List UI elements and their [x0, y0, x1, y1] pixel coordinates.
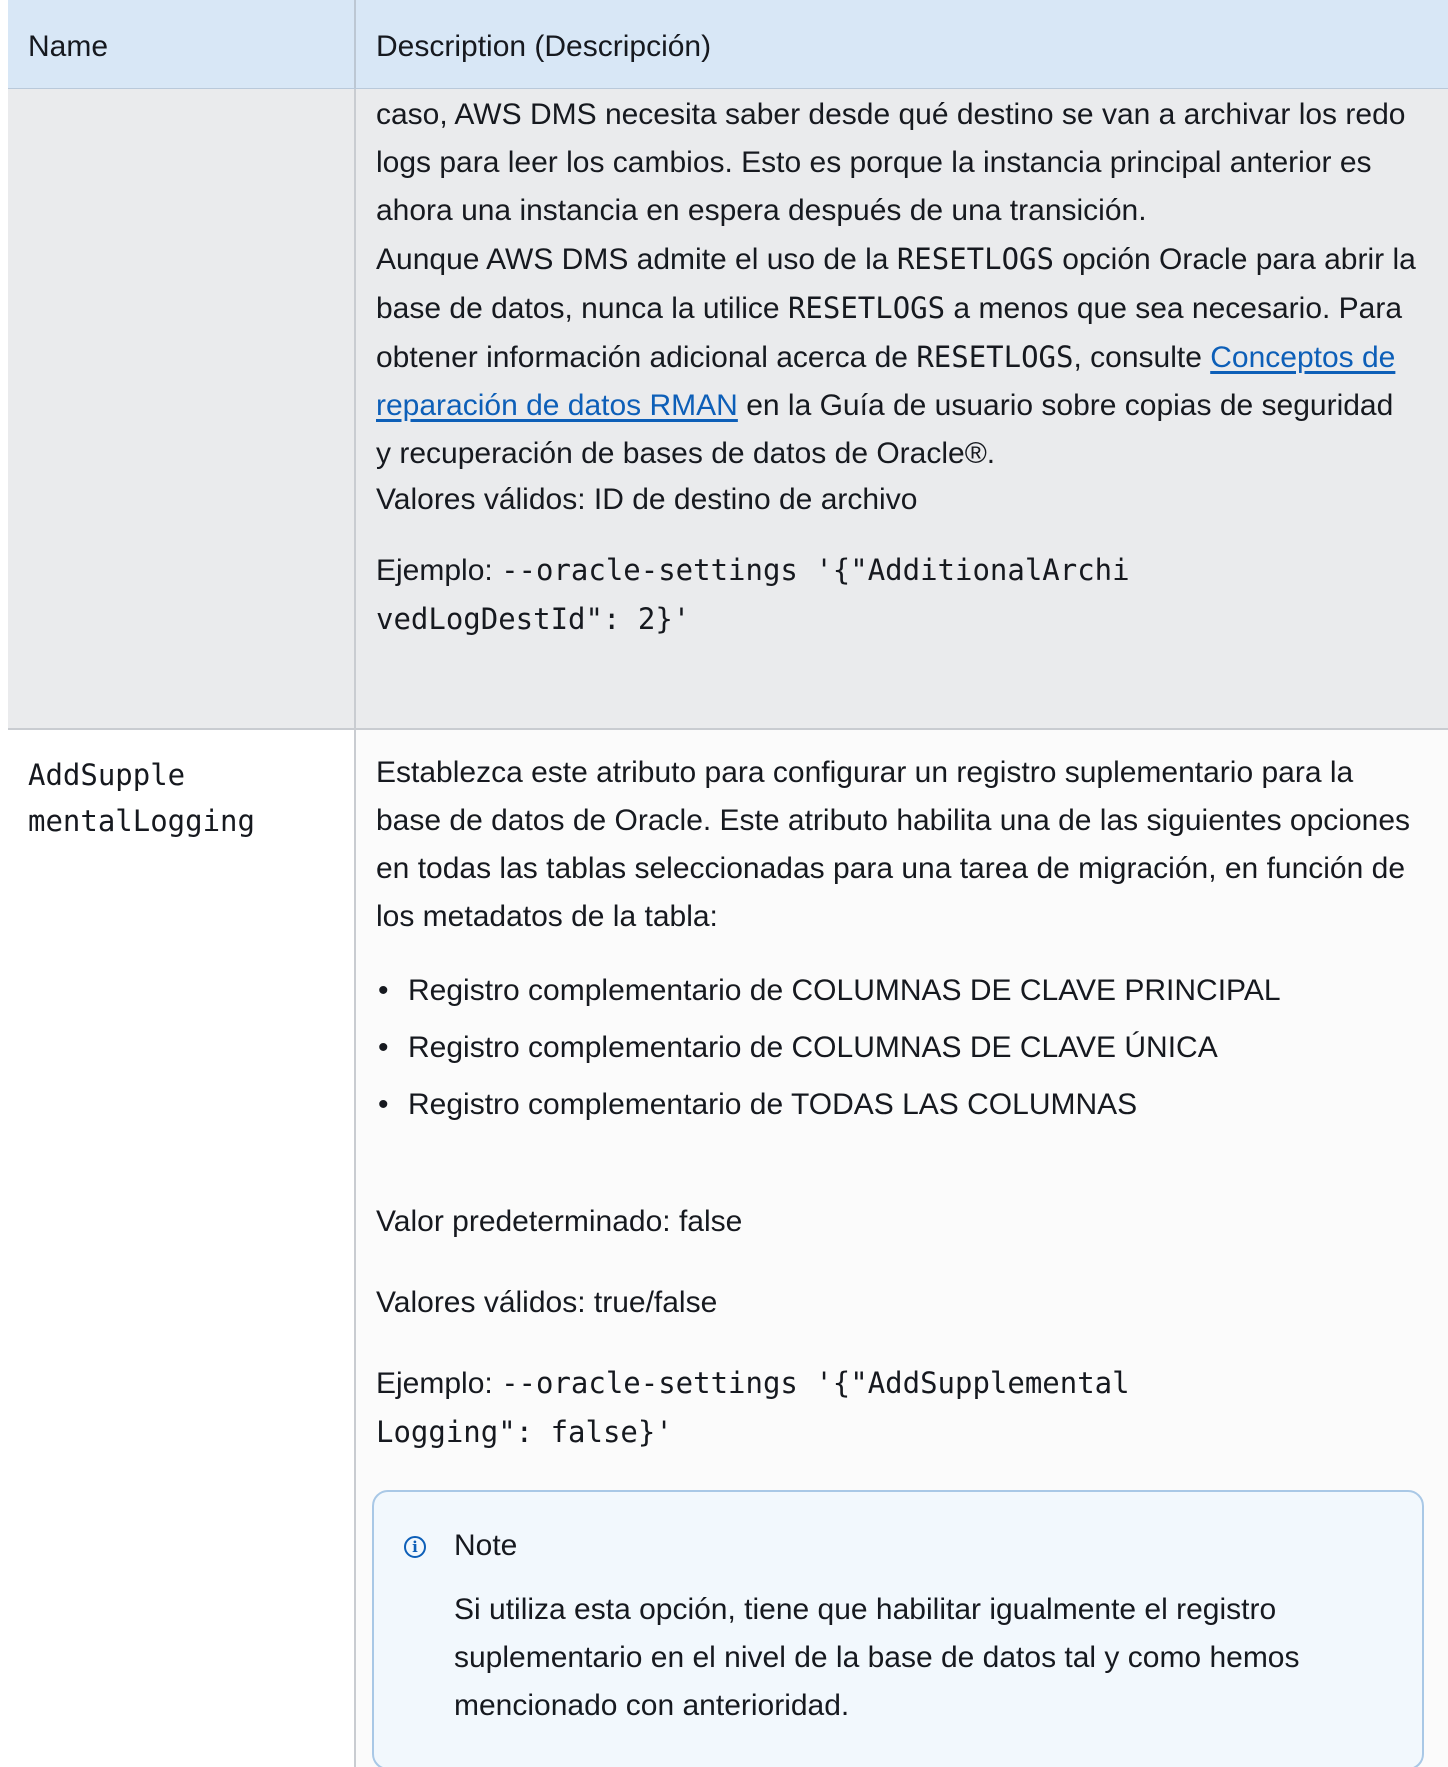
example-label: Ejemplo:: [376, 554, 502, 587]
list-item: Registro complementario de TODAS LAS COL…: [376, 1076, 1281, 1133]
logging-options-list: Registro complementario de COLUMNAS DE C…: [376, 962, 1281, 1133]
name-cell-empty: [8, 89, 356, 728]
code-resetlogs: RESETLOGS: [916, 340, 1074, 374]
note-callout: i Note Si utiliza esta opción, tiene que…: [372, 1490, 1424, 1767]
code-resetlogs: RESETLOGS: [787, 291, 946, 325]
row2-intro: Establezca este atributo para configurar…: [376, 756, 1411, 933]
row1-example: Ejemplo: --oracle-settings '{"Additional…: [376, 546, 1416, 644]
note-body: Si utiliza esta opción, tiene que habili…: [454, 1593, 1300, 1722]
row2-valid-values: Valores válidos: true/false: [376, 1286, 718, 1319]
table-header: Name Description (Descripción): [8, 0, 1448, 89]
example-code: Logging": false}': [376, 1415, 673, 1449]
text-span: , consulte: [1073, 341, 1211, 374]
row1-paragraph-resetlogs: Aunque AWS DMS admite el uso de la RESET…: [376, 235, 1416, 478]
example-code: --oracle-settings '{"AddSupplemental: [501, 1366, 1130, 1400]
text-span: Aunque AWS DMS admite el uso de la: [376, 243, 897, 276]
row1-paragraph-intro: caso, AWS DMS necesita saber desde qué d…: [376, 98, 1406, 227]
row2-example: Ejemplo: --oracle-settings '{"AddSupplem…: [376, 1359, 1416, 1457]
row1-valid-values: Valores válidos: ID de destino de archiv…: [376, 483, 918, 516]
code-resetlogs: RESETLOGS: [896, 242, 1054, 276]
list-item: Registro complementario de COLUMNAS DE C…: [376, 962, 1281, 1019]
parameter-name-line: mentalLogging: [28, 804, 255, 838]
example-code: vedLogDestId": 2}': [376, 602, 691, 636]
column-header-name: Name: [28, 30, 109, 63]
list-item: Registro complementario de COLUMNAS DE C…: [376, 1019, 1281, 1076]
example-label: Ejemplo:: [376, 1367, 502, 1400]
example-code: --oracle-settings '{"AdditionalArchi: [501, 553, 1130, 587]
name-cell: [8, 730, 356, 1767]
column-header-description: Description (Descripción): [376, 30, 712, 63]
parameter-name-line: AddSupple: [28, 758, 186, 792]
parameter-name: AddSupple mentalLogging: [28, 752, 255, 844]
info-icon: i: [404, 1536, 426, 1558]
note-title: Note: [454, 1529, 518, 1562]
row2-default-value: Valor predeterminado: false: [376, 1205, 743, 1238]
